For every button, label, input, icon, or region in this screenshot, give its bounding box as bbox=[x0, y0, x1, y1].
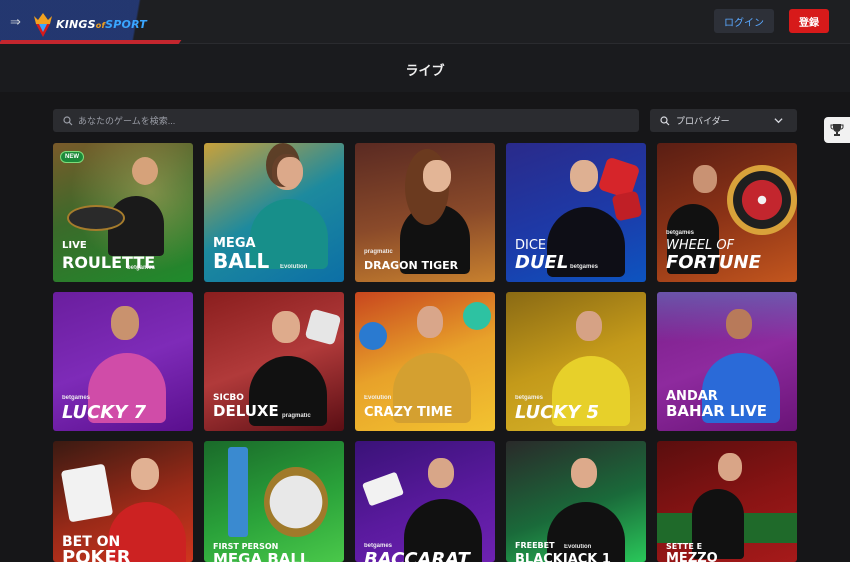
site-logo[interactable]: KINGSofSPORT bbox=[32, 8, 154, 40]
provider-logo: Evolution bbox=[364, 395, 392, 401]
game-title-line2: DUEL bbox=[515, 252, 569, 273]
game-tile[interactable]: pragmatic DRAGON TIGER bbox=[355, 143, 495, 282]
game-tile[interactable]: SETTE E MEZZO bbox=[657, 441, 797, 562]
provider-logo: betgames bbox=[666, 230, 695, 236]
chevron-down-icon bbox=[774, 118, 783, 124]
game-title-line2: LUCKY 7 bbox=[62, 402, 147, 423]
crown-logo-icon bbox=[34, 13, 52, 37]
game-title-line2: MEZZO bbox=[666, 551, 718, 562]
provider-logo: betgames bbox=[570, 264, 599, 270]
game-title-line2: CRAZY TIME bbox=[364, 405, 453, 420]
game-tile[interactable]: BET ON POKER bbox=[53, 441, 193, 562]
page-title: ライブ bbox=[405, 63, 445, 78]
game-title-line2: DELUXE bbox=[213, 402, 279, 420]
game-title-line1: DICE bbox=[515, 238, 547, 253]
game-title-line1: FREEBET bbox=[515, 541, 555, 550]
game-tile[interactable]: ANDAR BAHAR LIVE bbox=[657, 292, 797, 431]
top-header: ⇒ KINGSofSPORT ログイン 登録 bbox=[0, 0, 850, 48]
game-title-line1: LIVE bbox=[62, 240, 87, 251]
game-tile[interactable]: DICE DUEL betgames bbox=[506, 143, 646, 282]
game-tile[interactable]: FIRST PERSON MEGA BALL bbox=[204, 441, 344, 562]
game-title-line1: SETTE E bbox=[666, 542, 703, 551]
game-title-line2: BLACKJACK 1 bbox=[515, 552, 611, 562]
menu-arrow-icon[interactable]: ⇒ bbox=[10, 15, 24, 28]
search-bar[interactable] bbox=[53, 109, 639, 132]
provider-logo: pragmatic bbox=[282, 413, 311, 419]
game-title-line2: MEGA BALL bbox=[213, 550, 310, 562]
game-tile[interactable]: betgames LUCKY 7 bbox=[53, 292, 193, 431]
game-title-line2: FORTUNE bbox=[666, 252, 761, 273]
game-tile[interactable]: FREEBET Evolution BLACKJACK 1 bbox=[506, 441, 646, 562]
game-tile[interactable]: betgames LUCKY 5 bbox=[506, 292, 646, 431]
provider-logo: Evolution bbox=[564, 544, 592, 550]
game-title-line2: BALL bbox=[213, 249, 270, 273]
game-title-line2: DRAGON TIGER bbox=[364, 259, 459, 272]
provider-logo: betgames bbox=[515, 395, 544, 401]
search-icon bbox=[63, 115, 73, 125]
trophy-icon[interactable] bbox=[824, 117, 850, 143]
game-tile[interactable]: SICBO DELUXE pragmatic bbox=[204, 292, 344, 431]
game-title-line2: LUCKY 5 bbox=[515, 402, 600, 423]
provider-logo: pragmatic bbox=[364, 249, 393, 255]
login-button[interactable]: ログイン bbox=[714, 9, 774, 33]
game-tile[interactable]: NEW LIVE ROULETTE betgames bbox=[53, 143, 193, 282]
search-input[interactable] bbox=[78, 115, 578, 126]
logo-text: KINGSofSPORT bbox=[56, 17, 147, 31]
provider-logo: betgames bbox=[127, 265, 156, 271]
register-button[interactable]: 登録 bbox=[789, 9, 829, 33]
new-badge: NEW bbox=[60, 151, 84, 163]
game-title-line2: POKER bbox=[62, 547, 131, 562]
provider-filter-label: プロバイダー bbox=[676, 116, 730, 126]
game-title-line2: BACCARAT bbox=[364, 549, 470, 562]
game-tile[interactable]: betgames WHEEL OF FORTUNE bbox=[657, 143, 797, 282]
game-tile[interactable]: MEGA BALL Evolution bbox=[204, 143, 344, 282]
game-title-line1: WHEEL OF bbox=[666, 238, 735, 253]
search-icon bbox=[660, 115, 670, 125]
game-title-line2: BAHAR LIVE bbox=[666, 402, 767, 420]
provider-filter[interactable]: プロバイダー bbox=[650, 109, 797, 132]
provider-logo: Evolution bbox=[280, 264, 308, 270]
provider-logo: betgames bbox=[62, 395, 91, 401]
game-tile[interactable]: Evolution CRAZY TIME bbox=[355, 292, 495, 431]
game-tile[interactable]: betgames BACCARAT bbox=[355, 441, 495, 562]
